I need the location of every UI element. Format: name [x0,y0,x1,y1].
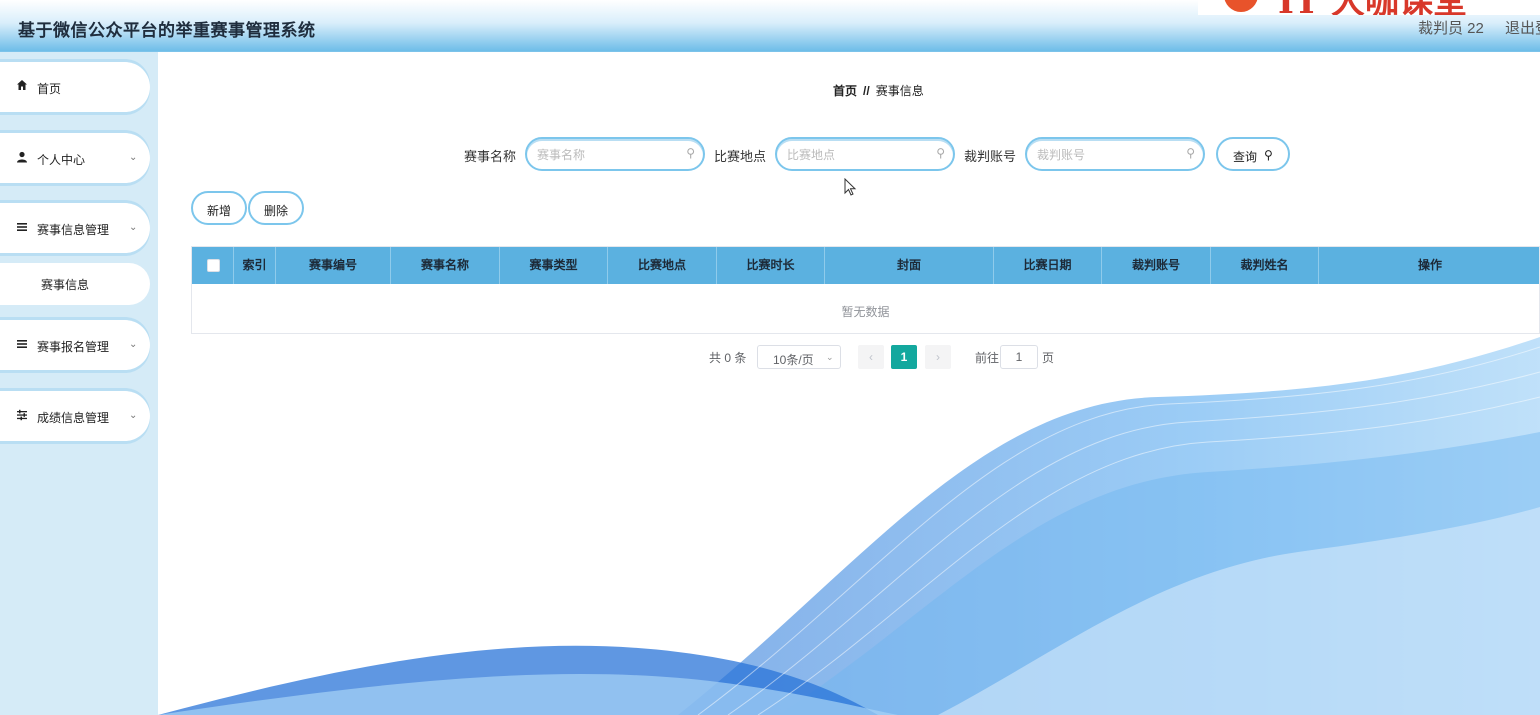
sidebar-item-event-info-management[interactable]: 赛事信息管理 ⌄ [0,203,150,253]
sidebar-item-score-management[interactable]: 成绩信息管理 ⌄ [0,391,150,441]
chevron-left-icon: ‹ [869,350,873,364]
home-icon [16,79,28,94]
column-header: 裁判账号 [1102,247,1211,284]
search-label-venue: 比赛地点 [714,149,767,164]
sidebar-item-personal-center[interactable]: 个人中心 ⌄ [0,133,150,183]
sliders-icon [16,409,28,424]
pagination-page-suffix: 页 [1042,351,1055,365]
watermark-logo: IT 大咖课堂 [1198,0,1540,15]
pagination-total: 共 0 条 [709,351,747,365]
breadcrumb-separator: // [863,84,870,98]
chevron-down-icon: ⌄ [129,222,138,233]
search-icon: ⚲ [1186,146,1195,160]
column-header: 封面 [825,247,994,284]
sidebar-item-home[interactable]: 首页 [0,62,150,112]
chevron-down-icon: ⌄ [826,352,834,362]
add-button-label: 新增 [206,204,231,218]
current-user: 裁判员 22 [1418,20,1484,37]
search-icon: ⚲ [936,146,945,160]
events-table: 索引 赛事编号 赛事名称 赛事类型 比赛地点 比赛时长 封面 比赛日期 裁判账号… [191,246,1540,334]
mouse-cursor-icon [844,178,857,196]
watermark-dot [1224,0,1258,12]
breadcrumb-current: 赛事信息 [875,84,924,98]
chevron-down-icon: ⌄ [129,152,138,163]
column-header: 比赛日期 [994,247,1102,284]
delete-button-label: 删除 [263,204,288,218]
column-header: 裁判姓名 [1211,247,1319,284]
search-referee-account-input[interactable] [1037,146,1177,164]
sidebar: 首页 个人中心 ⌄ 赛事信息管理 ⌄ 赛事信息 赛事报名管理 ⌄ 成绩信息管理 … [0,52,158,715]
search-event-name[interactable]: ⚲ [525,137,705,171]
column-header: 赛事名称 [391,247,500,284]
page-size-value: 10条/页 [773,353,814,367]
sidebar-subitem-label: 赛事信息 [41,278,90,292]
column-header: 赛事编号 [276,247,391,284]
table-empty-text: 暂无数据 [841,305,890,319]
main-content: 首页 // 赛事信息 赛事名称 ⚲ 比赛地点 ⚲ 裁判账号 ⚲ 查询 ⚲ 新增 删除… [158,52,1540,715]
chevron-right-icon: › [936,350,940,364]
search-label-referee-account: 裁判账号 [964,149,1017,164]
breadcrumb: 首页 // 赛事信息 [833,82,924,99]
table-header: 索引 赛事编号 赛事名称 赛事类型 比赛地点 比赛时长 封面 比赛日期 裁判账号… [192,247,1539,284]
pagination-goto-label: 前往 [975,351,1000,365]
sidebar-item-label: 赛事信息管理 [37,223,110,237]
pagination-goto-input[interactable]: 1 [1000,345,1038,369]
column-header: 索引 [234,247,276,284]
list-icon [16,338,28,353]
next-page-button[interactable]: › [925,345,951,369]
search-icon: ⚲ [1264,148,1273,162]
search-venue[interactable]: ⚲ [775,137,955,171]
column-header: 操作 [1417,258,1442,272]
logout-link[interactable]: 退出登录 [1505,17,1540,38]
column-header: 赛事类型 [500,247,608,284]
select-all-cell [192,247,234,284]
sidebar-item-label: 个人中心 [37,153,86,167]
sidebar-item-label: 成绩信息管理 [37,411,110,425]
search-event-name-input[interactable] [537,146,677,164]
sidebar-item-label: 赛事报名管理 [37,340,110,354]
sidebar-item-registration-management[interactable]: 赛事报名管理 ⌄ [0,320,150,370]
column-header: 比赛地点 [608,247,717,284]
search-venue-input[interactable] [787,146,927,164]
add-button[interactable]: 新增 [191,191,247,225]
sidebar-item-label: 首页 [37,82,62,96]
query-button-label: 查询 [1233,150,1258,164]
chevron-down-icon: ⌄ [129,339,138,350]
person-icon [16,151,28,166]
pagination-current-page[interactable]: 1 [891,345,917,369]
search-referee-account[interactable]: ⚲ [1025,137,1205,171]
select-all-checkbox[interactable] [207,259,220,272]
sidebar-subitem-event-info[interactable]: 赛事信息 [0,263,150,305]
list-icon [16,221,28,236]
page-size-select[interactable]: 10条/页 ⌄ [757,345,841,369]
search-icon: ⚲ [686,146,695,160]
app-title: 基于微信公众平台的举重赛事管理系统 [18,21,316,40]
breadcrumb-home[interactable]: 首页 [833,84,857,98]
column-header: 比赛时长 [717,247,825,284]
search-label-event-name: 赛事名称 [464,149,517,164]
delete-button[interactable]: 删除 [248,191,304,225]
prev-page-button[interactable]: ‹ [858,345,884,369]
query-button[interactable]: 查询 ⚲ [1216,137,1290,171]
watermark-text: IT 大咖课堂 [1278,0,1467,15]
chevron-down-icon: ⌄ [129,410,138,421]
top-header: 基于微信公众平台的举重赛事管理系统 IT 大咖课堂 裁判员 22 退出登录 [0,0,1540,52]
